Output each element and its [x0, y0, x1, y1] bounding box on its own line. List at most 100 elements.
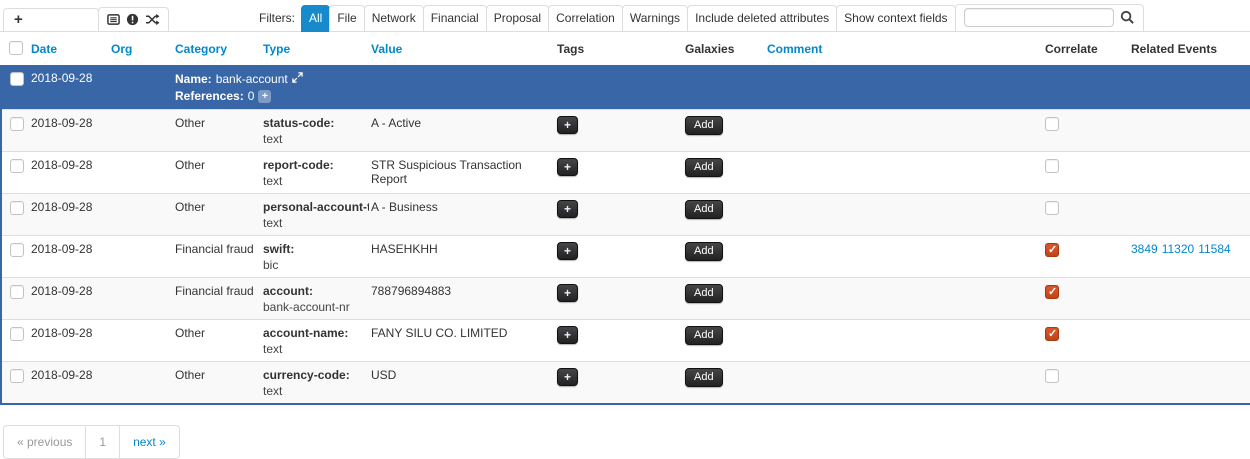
add-attribute-button[interactable]: +	[3, 8, 99, 32]
list-view-icon[interactable]	[107, 13, 120, 26]
add-tag-button[interactable]: +	[557, 284, 578, 302]
attribute-value: A - Business	[369, 194, 555, 236]
add-galaxy-button[interactable]: Add	[685, 158, 723, 177]
correlate-checkbox[interactable]	[1045, 201, 1059, 215]
shuffle-icon[interactable]	[145, 13, 160, 26]
attribute-value: FANY SILU CO. LIMITED	[369, 320, 555, 362]
attribute-tags-cell: +	[555, 362, 683, 405]
filter-tab-file[interactable]: File	[329, 5, 364, 32]
attribute-comment	[765, 152, 1043, 194]
attribute-category: Other	[173, 362, 261, 405]
select-all-checkbox[interactable]	[9, 41, 23, 55]
attribute-row: 2018-09-28 Financial fraud account: bank…	[1, 278, 1250, 320]
attribute-type: report-code: text	[261, 152, 369, 194]
add-tag-button[interactable]: +	[557, 368, 578, 386]
add-galaxy-button[interactable]: Add	[685, 284, 723, 303]
add-tag-button[interactable]: +	[557, 242, 578, 260]
attribute-correlate-cell	[1043, 236, 1129, 278]
filter-tab-correlation[interactable]: Correlation	[548, 5, 623, 32]
attribute-comment	[765, 110, 1043, 152]
correlate-checkbox[interactable]	[1045, 117, 1059, 131]
correlate-checkbox[interactable]	[1045, 327, 1059, 341]
attribute-type-name: status-code:	[263, 116, 367, 131]
row-checkbox[interactable]	[10, 159, 24, 173]
filter-tab-all[interactable]: All	[301, 5, 330, 32]
attribute-tags-cell: +	[555, 236, 683, 278]
related-event-link[interactable]: 11320	[1162, 242, 1194, 256]
attribute-tags-cell: +	[555, 278, 683, 320]
attribute-comment	[765, 320, 1043, 362]
row-checkbox[interactable]	[10, 117, 24, 131]
attribute-value: USD	[369, 362, 555, 405]
row-checkbox[interactable]	[10, 285, 24, 299]
related-event-link[interactable]: 3849	[1131, 242, 1158, 256]
header-org[interactable]: Org	[109, 32, 173, 66]
header-related-events: Related Events	[1129, 32, 1250, 66]
search-icon[interactable]	[1120, 10, 1135, 25]
correlate-checkbox[interactable]	[1045, 243, 1059, 257]
header-category[interactable]: Category	[173, 32, 261, 66]
attribute-type-name: account-name:	[263, 326, 367, 341]
object-name: bank-account	[216, 71, 288, 88]
add-galaxy-button[interactable]: Add	[685, 116, 723, 135]
filter-tab-warnings[interactable]: Warnings	[622, 5, 688, 32]
header-date[interactable]: Date	[29, 32, 109, 66]
correlate-checkbox[interactable]	[1045, 369, 1059, 383]
pagination-previous[interactable]: « previous	[3, 425, 86, 459]
attribute-value: HASEHKHH	[369, 236, 555, 278]
exclamation-icon[interactable]	[126, 13, 139, 26]
header-value[interactable]: Value	[369, 32, 555, 66]
search-input[interactable]	[964, 8, 1114, 27]
add-galaxy-button[interactable]: Add	[685, 368, 723, 387]
row-checkbox[interactable]	[10, 201, 24, 215]
related-events-cell: 3849 11320 11584	[1129, 236, 1250, 278]
object-info: Name: bank-account References: 0 +	[173, 66, 1250, 110]
search-tab	[955, 4, 1144, 32]
row-checkbox[interactable]	[10, 369, 24, 383]
related-events-cell	[1129, 362, 1250, 405]
expand-object-icon[interactable]	[292, 71, 303, 88]
add-galaxy-button[interactable]: Add	[685, 242, 723, 261]
pagination: « previous 1 next »	[3, 425, 180, 459]
correlate-checkbox[interactable]	[1045, 285, 1059, 299]
attribute-row: 2018-09-28 Financial fraud swift: bic HA…	[1, 236, 1250, 278]
attribute-tags-cell: +	[555, 110, 683, 152]
row-checkbox[interactable]	[10, 243, 24, 257]
add-galaxy-button[interactable]: Add	[685, 326, 723, 345]
attribute-comment	[765, 194, 1043, 236]
related-events-cell	[1129, 320, 1250, 362]
filter-tab-network[interactable]: Network	[364, 5, 424, 32]
pagination-current-page: 1	[85, 425, 120, 459]
add-tag-button[interactable]: +	[557, 326, 578, 344]
add-tag-button[interactable]: +	[557, 158, 578, 176]
related-event-link[interactable]: 11584	[1198, 242, 1230, 256]
pagination-next[interactable]: next »	[119, 425, 180, 459]
attribute-category: Financial fraud	[173, 278, 261, 320]
attribute-date: 2018-09-28	[29, 152, 109, 194]
add-galaxy-button[interactable]: Add	[685, 200, 723, 219]
header-comment[interactable]: Comment	[765, 32, 1043, 66]
attribute-type-format: bank-account-nr	[263, 299, 367, 315]
add-tag-button[interactable]: +	[557, 116, 578, 134]
related-events-cell	[1129, 194, 1250, 236]
attribute-value: 788796894883	[369, 278, 555, 320]
row-checkbox[interactable]	[10, 327, 24, 341]
attribute-tags-cell: +	[555, 320, 683, 362]
correlate-checkbox[interactable]	[1045, 159, 1059, 173]
object-org	[109, 66, 173, 110]
add-reference-icon[interactable]: +	[258, 90, 271, 103]
attribute-org	[109, 236, 173, 278]
related-events-cell	[1129, 110, 1250, 152]
filter-tab-show-context-fields[interactable]: Show context fields	[836, 5, 955, 32]
object-header-row: 2018-09-28 Name: bank-account References…	[1, 66, 1250, 110]
attribute-galaxies-cell: Add	[683, 152, 765, 194]
attribute-galaxies-cell: Add	[683, 110, 765, 152]
header-type[interactable]: Type	[261, 32, 369, 66]
filter-tab-proposal[interactable]: Proposal	[486, 5, 549, 32]
attribute-correlate-cell	[1043, 194, 1129, 236]
filter-tab-financial[interactable]: Financial	[423, 5, 487, 32]
attribute-galaxies-cell: Add	[683, 320, 765, 362]
filter-tab-include-deleted-attributes[interactable]: Include deleted attributes	[687, 5, 837, 32]
object-row-checkbox[interactable]	[10, 72, 24, 86]
add-tag-button[interactable]: +	[557, 200, 578, 218]
